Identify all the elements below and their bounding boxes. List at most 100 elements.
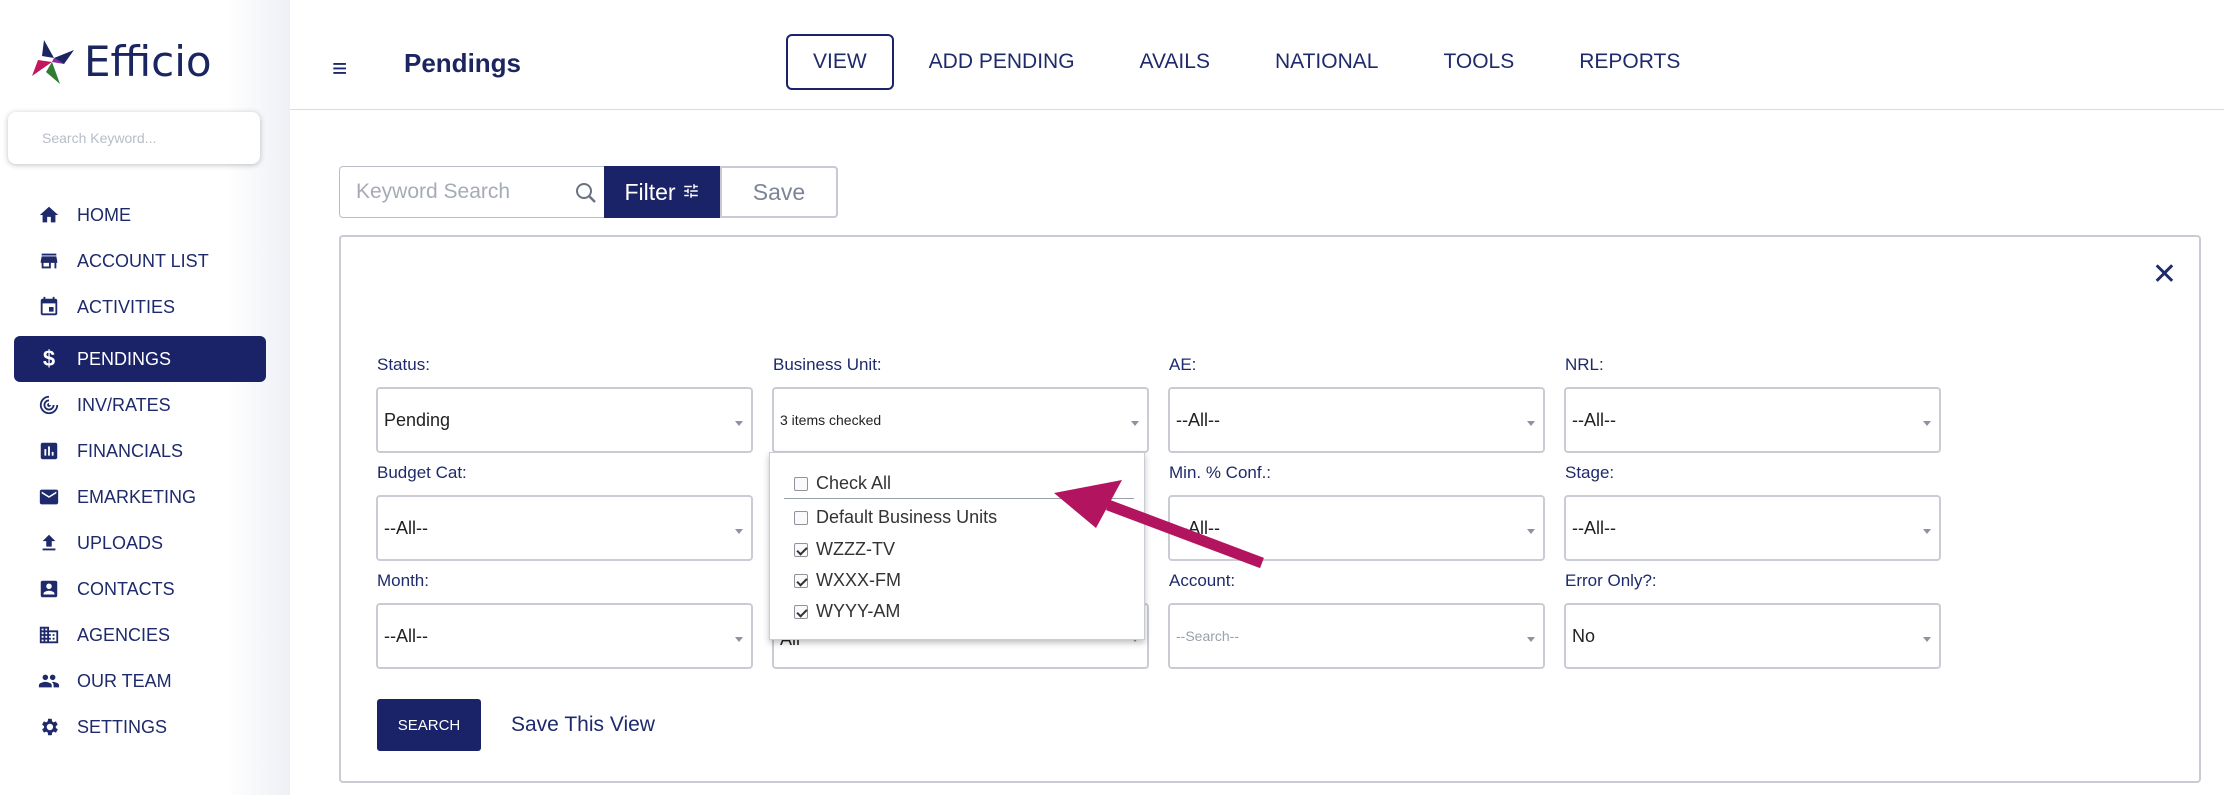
ae-select[interactable]: --All-- — [1168, 387, 1545, 453]
tab-tools[interactable]: TOOLS — [1443, 34, 1514, 90]
ae-label: AE: — [1169, 355, 1197, 374]
keyword-search-input[interactable]: Keyword Search — [339, 166, 604, 218]
page-title: Pendings — [404, 48, 522, 78]
sidebar-item-label: HOME — [77, 204, 131, 225]
sidebar-item-pendings[interactable]: $ PENDINGS — [14, 336, 266, 382]
chevron-down-icon — [735, 529, 743, 534]
efficio-logo-icon — [24, 36, 80, 86]
ae-value: --All-- — [1176, 409, 1220, 430]
sidebar-item-label: CONTACTS — [77, 578, 175, 599]
sidebar-item-uploads[interactable]: UPLOADS — [14, 520, 266, 566]
sidebar: Efficio Search Keyword... HOME ACCOUNT L… — [0, 0, 290, 795]
sidebar-item-account-list[interactable]: ACCOUNT LIST — [14, 238, 266, 284]
sidebar-item-our-team[interactable]: OUR TEAM — [14, 658, 266, 704]
save-this-view-link[interactable]: Save This View — [511, 713, 655, 737]
home-icon — [38, 204, 60, 226]
sidebar-item-home[interactable]: HOME — [14, 192, 266, 238]
calendar-icon — [38, 296, 60, 318]
business-unit-dropdown: Check All Default Business Units WZZZ-TV… — [769, 452, 1145, 640]
chevron-down-icon — [1923, 637, 1931, 642]
chevron-down-icon — [1923, 421, 1931, 426]
business-unit-option[interactable]: WXXX-FM — [794, 570, 901, 591]
account-select[interactable]: --Search-- — [1168, 603, 1545, 669]
option-label: WZZZ-TV — [816, 539, 895, 559]
sidebar-item-label: FINANCIALS — [77, 440, 184, 461]
business-unit-value: 3 items checked — [780, 412, 882, 428]
status-label: Status: — [377, 355, 430, 374]
sidebar-search-placeholder: Search Keyword... — [42, 130, 157, 146]
tab-reports[interactable]: REPORTS — [1579, 34, 1680, 90]
stage-value: --All-- — [1572, 517, 1616, 538]
business-unit-option[interactable]: WYYY-AM — [794, 601, 900, 622]
check-all-label: Check All — [816, 473, 892, 493]
sidebar-item-agencies[interactable]: AGENCIES — [14, 612, 266, 658]
option-checkbox[interactable] — [794, 573, 808, 588]
account-label: Account: — [1169, 571, 1236, 590]
chevron-down-icon — [1131, 421, 1139, 426]
business-unit-select[interactable]: 3 items checked — [772, 387, 1149, 453]
save-button[interactable]: Save — [720, 166, 838, 218]
month-value: --All-- — [384, 625, 428, 646]
logo[interactable]: Efficio — [24, 36, 212, 86]
sidebar-item-settings[interactable]: SETTINGS — [14, 704, 266, 750]
account-value: --Search-- — [1176, 628, 1240, 644]
tab-view[interactable]: VIEW — [786, 34, 894, 90]
bar-chart-icon — [38, 440, 60, 462]
sidebar-search-input[interactable]: Search Keyword... — [8, 112, 260, 164]
stage-label: Stage: — [1565, 463, 1615, 482]
top-bar: ≡ Pendings VIEW ADD PENDING AVAILS NATIO… — [290, 0, 2224, 110]
business-unit-option[interactable]: WZZZ-TV — [794, 539, 895, 560]
option-checkbox[interactable] — [794, 510, 808, 525]
nrl-select[interactable]: --All-- — [1564, 387, 1941, 453]
budget-cat-select[interactable]: --All-- — [376, 495, 753, 561]
sidebar-item-contacts[interactable]: CONTACTS — [14, 566, 266, 612]
sidebar-item-label: EMARKETING — [77, 486, 197, 507]
check-all-checkbox[interactable] — [794, 476, 808, 491]
status-select[interactable]: Pending — [376, 387, 753, 453]
sidebar-item-label: SETTINGS — [77, 716, 168, 737]
sidebar-item-label: INV/RATES — [77, 394, 171, 415]
sidebar-item-activities[interactable]: ACTIVITIES — [14, 284, 266, 330]
sidebar-item-label: UPLOADS — [77, 532, 164, 553]
search-icon[interactable] — [574, 181, 598, 211]
sidebar-item-emarketing[interactable]: EMARKETING — [14, 474, 266, 520]
sidebar-item-label: ACTIVITIES — [77, 296, 176, 317]
stage-select[interactable]: --All-- — [1564, 495, 1941, 561]
error-only-select[interactable]: No — [1564, 603, 1941, 669]
search-button[interactable]: SEARCH — [377, 699, 481, 751]
chevron-down-icon — [735, 637, 743, 642]
min-conf-select[interactable]: --All-- — [1168, 495, 1545, 561]
store-icon — [38, 250, 60, 272]
tab-national[interactable]: NATIONAL — [1275, 34, 1378, 90]
business-unit-option[interactable]: Default Business Units — [794, 507, 997, 528]
sidebar-item-label: PENDINGS — [77, 348, 172, 369]
option-checkbox[interactable] — [794, 604, 808, 619]
budget-cat-label: Budget Cat: — [377, 463, 467, 482]
filter-button[interactable]: Filter — [604, 166, 720, 218]
tab-add-pending[interactable]: ADD PENDING — [929, 34, 1075, 90]
month-select[interactable]: --All-- — [376, 603, 753, 669]
check-all-option[interactable]: Check All — [794, 473, 891, 494]
hamburger-menu-icon[interactable]: ≡ — [332, 53, 347, 84]
nrl-value: --All-- — [1572, 409, 1616, 430]
budget-cat-value: --All-- — [384, 517, 428, 538]
nrl-label: NRL: — [1565, 355, 1604, 374]
tab-bar: VIEW ADD PENDING AVAILS NATIONAL TOOLS R… — [786, 34, 1745, 90]
error-only-value: No — [1572, 625, 1596, 646]
people-icon — [38, 670, 60, 692]
sidebar-item-financials[interactable]: FINANCIALS — [14, 428, 266, 474]
option-label: Default Business Units — [816, 507, 998, 527]
gear-icon — [38, 716, 60, 738]
filter-button-label: Filter — [624, 178, 676, 205]
option-checkbox[interactable] — [794, 542, 808, 557]
status-value: Pending — [384, 409, 451, 430]
tab-avails[interactable]: AVAILS — [1140, 34, 1210, 90]
sidebar-nav: HOME ACCOUNT LIST ACTIVITIES $ PENDINGS … — [14, 192, 266, 750]
min-conf-label: Min. % Conf.: — [1169, 463, 1272, 482]
sidebar-item-inv-rates[interactable]: INV/RATES — [14, 382, 266, 428]
business-unit-label: Business Unit: — [773, 355, 882, 374]
chevron-down-icon — [1527, 529, 1535, 534]
close-icon[interactable]: ✕ — [2152, 257, 2177, 292]
tune-icon — [682, 179, 700, 206]
dollar-icon: $ — [42, 346, 56, 371]
